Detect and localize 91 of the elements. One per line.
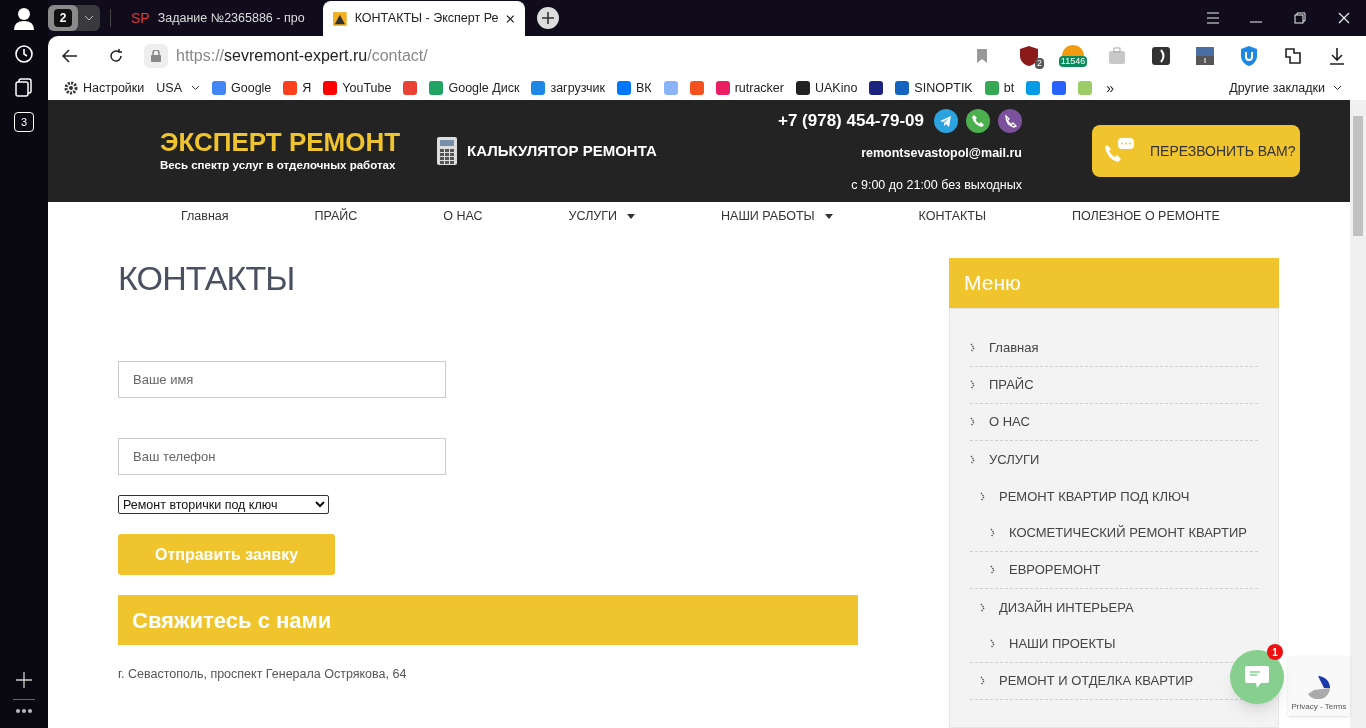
name-field[interactable]: Ваше имя <box>118 361 446 398</box>
nav-link[interactable]: УСЛУГИ <box>568 207 636 226</box>
contact-heading: Свяжитесь с нами <box>118 595 858 645</box>
site-logo[interactable]: ЭКСПЕРТ РЕМОНТ <box>160 127 425 158</box>
more-icon[interactable] <box>15 708 33 714</box>
bookmark[interactable]: YouTube <box>319 78 396 98</box>
menu-link[interactable]: КОСМЕТИЧЕСКИЙ РЕМОНТ КВАРТИР <box>1009 523 1247 543</box>
chevron-icon <box>1333 85 1342 91</box>
menu-link[interactable]: ПРАЙС <box>989 375 1034 395</box>
site-tagline: Весь спектр услуг в отделочных работах <box>160 158 397 174</box>
browser-tab[interactable]: SP Задание №2365886 - про <box>121 0 323 36</box>
profile-icon[interactable] <box>13 6 35 30</box>
nav-link[interactable]: ПРАЙС <box>314 207 358 226</box>
browser-tab[interactable]: КОНТАКТЫ - Эксперт Ре <box>323 0 525 37</box>
phone-icon[interactable] <box>966 108 990 133</box>
tab-group-count: 2 <box>54 9 72 27</box>
nav-link[interactable]: НАШИ РАБОТЫ <box>721 207 833 226</box>
favicon-icon <box>333 10 347 27</box>
scrollbar[interactable] <box>1350 100 1366 728</box>
bookmark[interactable]: Настройки <box>60 78 149 98</box>
media-icon[interactable] <box>1195 46 1215 66</box>
add-icon[interactable] <box>15 671 33 689</box>
bookmark[interactable]: Я <box>279 78 316 98</box>
page-title: КОНТАКТЫ <box>118 258 296 298</box>
restore-icon[interactable] <box>1294 12 1306 24</box>
other-bookmarks-button[interactable]: Другие закладки <box>1229 78 1354 98</box>
history-icon[interactable] <box>14 44 34 64</box>
phone-number[interactable]: +7 (978) 454-79-09 <box>777 108 924 134</box>
sidebar-title: Меню <box>949 258 1279 308</box>
close-icon[interactable] <box>506 13 515 24</box>
nav-link[interactable]: КОНТАКТЫ <box>918 207 986 226</box>
gear-icon <box>64 81 78 95</box>
tab-favicon: SP <box>131 8 150 28</box>
calculator-icon <box>437 137 457 165</box>
bookmark[interactable]: Google <box>208 78 276 98</box>
tab-group[interactable]: 2 <box>48 5 100 31</box>
half-square-icon[interactable] <box>1151 46 1171 66</box>
extension-badge: 11546 <box>1058 56 1088 67</box>
tab-title: Задание №2365886 - про <box>157 9 305 27</box>
menu-link[interactable]: Главная <box>989 338 1039 358</box>
lock-icon <box>151 50 161 62</box>
menu-link[interactable]: УСЛУГИ <box>989 449 1040 470</box>
collections-icon[interactable] <box>15 78 33 98</box>
working-hours: с 9:00 до 21:00 без выходных <box>851 177 1022 195</box>
calculator-link[interactable]: КАЛЬКУЛЯТОР РЕМОНТА <box>437 137 657 165</box>
bookmark[interactable]: bt <box>980 78 1019 98</box>
address-bar[interactable]: https://sevremont-expert.ru/contact/ <box>144 44 976 68</box>
extension-badge: 2 <box>1035 58 1044 69</box>
bookmark[interactable]: rutracker <box>711 78 788 98</box>
bookmark[interactable]: USA <box>152 78 204 98</box>
recaptcha-badge[interactable]: Privacy - Terms <box>1288 656 1350 716</box>
bookmark[interactable]: ВК <box>613 78 656 98</box>
chevron-icon <box>191 85 200 91</box>
notification-badge: 1 <box>1267 644 1283 660</box>
menu-link[interactable]: НАШИ ПРОЕКТЫ <box>1009 634 1116 654</box>
tab-count-badge[interactable]: 3 <box>14 112 34 132</box>
telegram-icon[interactable] <box>934 108 958 133</box>
menu-link[interactable]: РЕМОНТ КВАРТИР ПОД КЛЮЧ <box>999 486 1190 507</box>
download-icon[interactable] <box>1328 46 1346 66</box>
puzzle-icon[interactable] <box>1283 46 1303 66</box>
nav-link[interactable]: Главная <box>181 207 229 226</box>
new-tab-icon[interactable] <box>537 7 559 29</box>
back-icon[interactable] <box>62 49 78 63</box>
phone-field[interactable]: Ваш телефон <box>118 438 446 475</box>
email-link[interactable]: remontsevastopol@mail.ru <box>861 143 1022 163</box>
address-text: г. Севастополь, проспект Генерала Острякова, 64 <box>118 666 408 683</box>
chat-icon <box>1244 665 1270 689</box>
menu-link[interactable]: ЕВРОРЕМОНТ <box>1009 560 1101 580</box>
phone-chat-icon <box>1104 137 1136 165</box>
menu-link[interactable]: ДИЗАЙН ИНТЕРЬЕРА <box>999 597 1134 618</box>
callback-button[interactable]: ПЕРЕЗВОНИТЬ ВАМ? <box>1092 125 1300 177</box>
nav-link[interactable]: ПОЛЕЗНОЕ О РЕМОНТЕ <box>1071 207 1220 226</box>
tab-title: КОНТАКТЫ - Эксперт Ре <box>354 10 499 28</box>
reload-icon[interactable] <box>108 48 124 64</box>
recaptcha-icon <box>1307 675 1331 699</box>
nav-link[interactable]: О НАС <box>443 207 483 226</box>
more-bookmarks-button[interactable]: » <box>1106 77 1114 99</box>
menu-link[interactable]: О НАС <box>989 412 1030 432</box>
bookmark[interactable]: Google Диск <box>425 78 524 98</box>
menu-icon[interactable] <box>1206 12 1220 24</box>
phone-icon[interactable] <box>998 108 1022 133</box>
menu-link[interactable]: РЕМОНТ И ОТДЕЛКА КВАРТИР <box>999 671 1194 691</box>
chevron-icon <box>84 15 94 21</box>
bookmark-icon[interactable] <box>976 48 988 64</box>
bookmark[interactable]: UAKino <box>791 78 862 98</box>
shield-icon[interactable] <box>1018 45 1040 67</box>
service-select[interactable]: Ремонт вторички под ключ <box>118 495 329 514</box>
bookmark[interactable]: SINOPTIK <box>891 78 977 98</box>
bookmark[interactable]: загрузчик <box>527 78 609 98</box>
caret-icon <box>824 214 833 219</box>
caret-icon <box>627 214 636 219</box>
